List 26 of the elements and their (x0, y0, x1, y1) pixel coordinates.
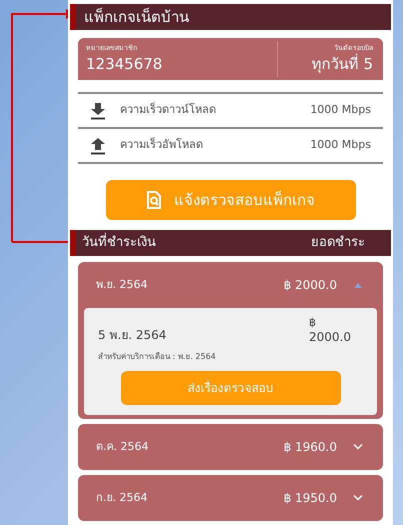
currency-symbol: ฿ (309, 316, 317, 330)
document-search-icon (146, 191, 162, 209)
speed-value: 1000 Mbps (310, 137, 371, 154)
cycle-value: ทุกวันที่ 5 (312, 54, 373, 74)
payment-amount: ฿ 2000.0 (284, 277, 337, 294)
expand-icon[interactable] (353, 443, 363, 450)
payment-month: พ.ย. 2564 (96, 276, 148, 293)
payment-amount: ฿ 1950.0 (284, 490, 337, 507)
speed-label: ความเร็วอัพโหลด (120, 137, 203, 154)
column-header: วันที่ชำระเงิน (82, 233, 156, 253)
expand-icon[interactable] (353, 494, 363, 502)
submit-check-button[interactable]: ส่งเรื่องตรวจสอบ (120, 370, 340, 405)
payment-month: ก.ย. 2564 (96, 490, 148, 506)
column-header: ยอดชำระ (311, 234, 365, 252)
download-icon (90, 102, 106, 120)
payment-amount: ฿ 1960.0 (284, 438, 337, 456)
speed-value: 1000 Mbps (310, 102, 371, 118)
billing-month-note: สำหรับค่าบริการเดือน : พ.ย. 2564 (98, 350, 217, 363)
payment-detail-amount: 2000.0 (309, 330, 352, 345)
member-number: 12345678 (86, 54, 164, 74)
payment-date: 5 พ.ย. 2564 (98, 327, 166, 344)
speed-label: ความเร็วดาวน์โหลด (120, 102, 216, 118)
upload-icon (90, 136, 106, 154)
payment-month: ต.ค. 2564 (96, 438, 148, 454)
header-title: แพ็กเกจเน็ตบ้าน (84, 6, 189, 28)
check-package-button[interactable]: แจ้งตรวจสอบแพ็กเกจ (106, 180, 356, 220)
